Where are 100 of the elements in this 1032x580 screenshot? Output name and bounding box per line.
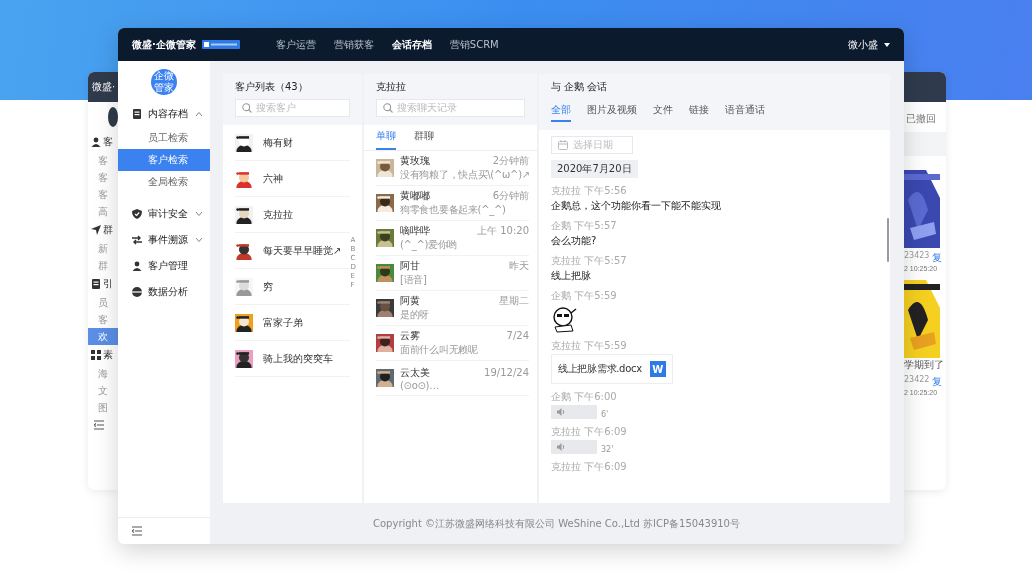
message-text: 线上把脉 <box>551 269 592 283</box>
chat-item[interactable]: 云雾 7/24 面前什么叫无赖呢 <box>376 326 529 361</box>
panel-title: 克拉拉 <box>376 80 407 94</box>
customer-item[interactable]: 六神 <box>235 161 350 197</box>
submenu-item[interactable]: 员工检索 <box>118 127 210 149</box>
menu-icon <box>91 225 101 235</box>
caret-icon <box>884 42 890 47</box>
menu-item[interactable]: 数据分析 <box>118 279 210 305</box>
logo: 企微管家 <box>151 69 177 95</box>
voice-message[interactable] <box>551 405 597 419</box>
tab[interactable]: 文件 <box>653 99 673 122</box>
customer-item[interactable]: 梅有财 <box>235 125 350 161</box>
message-meta: 克拉拉 下午5:56 <box>551 184 628 198</box>
badge-icon <box>201 40 240 49</box>
contact-name: 阿黄 <box>400 294 420 308</box>
submenu-item[interactable]: 客户检索 <box>118 149 210 171</box>
tab[interactable]: 全部 <box>551 99 571 122</box>
menu-item[interactable]: 客户管理 <box>118 253 210 279</box>
message-preview: 没有狗粮了，快点买\(^ω^)↗ <box>400 168 529 182</box>
chat-item[interactable]: 黄玫瑰 2分钟前 没有狗粮了，快点买\(^ω^)↗ <box>376 151 529 186</box>
menu-icon <box>132 287 142 297</box>
tab[interactable]: 语音通话 <box>725 99 765 122</box>
menu-item[interactable]: 客 <box>88 132 118 152</box>
customer-item[interactable]: 富家子弟 <box>235 305 350 341</box>
customer-item[interactable]: 每天要早早睡觉↗ <box>235 233 350 269</box>
message-preview: (^_^)爱你哟 <box>400 238 459 252</box>
link[interactable]: 复 <box>932 375 943 389</box>
chat-item[interactable]: 云太美 19/12/24 (⊙o⊙)… <box>376 361 529 396</box>
calendar-icon <box>558 140 568 150</box>
message-preview: 是的呀 <box>400 308 431 322</box>
menu-icon <box>91 350 101 360</box>
message-text: 企鹅总，这个功能你看一下能不能实现 <box>551 199 722 213</box>
nav-tab[interactable]: 营销SCRM <box>449 37 499 52</box>
menu-item[interactable]: 素 <box>88 345 118 365</box>
panel-title: 与 企鹅 会话 <box>551 80 609 94</box>
chat-item[interactable]: 嘀哔哔 上午 10:20 (^_^)爱你哟 <box>376 221 529 256</box>
scrollbar[interactable] <box>887 218 889 262</box>
time-text: 7/24 <box>506 330 529 341</box>
menu-item[interactable]: 事件溯源 <box>118 227 210 253</box>
nav-tab[interactable]: 客户运营 <box>275 37 316 52</box>
contact-name: 云太美 <box>400 365 430 380</box>
tab[interactable]: 图片及视频 <box>587 99 637 122</box>
chat-item[interactable]: 阿甘 昨天 [语音] <box>376 256 529 291</box>
time-text: 6分钟前 <box>492 189 529 203</box>
collapse-icon <box>132 526 142 536</box>
message-text: 会么功能? <box>551 234 598 248</box>
submenu-item[interactable]: 全局检索 <box>118 171 210 193</box>
time-text: 2分钟前 <box>492 154 529 168</box>
contact-name: 阿甘 <box>400 259 420 273</box>
menu-icon <box>132 261 142 271</box>
status-text: 已撤回 <box>905 112 937 126</box>
duration-text: 32' <box>601 445 614 454</box>
avatar <box>108 107 118 127</box>
date-label: 2020年7月20日 <box>551 160 638 178</box>
menu-item[interactable]: 审计安全 <box>118 201 210 227</box>
contact-name: 黄嘟嘟 <box>400 189 430 203</box>
contact-name: 云雾 <box>400 329 420 343</box>
menu-item[interactable]: 内容存档 <box>118 101 210 127</box>
message-meta: 企鹅 下午5:59 <box>551 289 618 303</box>
message-preview: 狗零食也要备起来(^_^) <box>400 203 507 217</box>
message-meta: 克拉拉 下午5:59 <box>551 339 628 353</box>
word-file-icon: W <box>649 361 666 377</box>
app-title: 微盛· <box>92 80 116 94</box>
contact-name: 嘀哔哔 <box>400 224 430 238</box>
tab[interactable]: 单聊 <box>376 125 396 150</box>
title-bar <box>904 72 946 102</box>
count-text: 23423 <box>904 251 930 262</box>
message-preview: (⊙o⊙)… <box>400 379 440 391</box>
voice-message[interactable] <box>551 440 597 454</box>
search-icon <box>242 103 252 113</box>
message-meta: 克拉拉 下午6:09 <box>551 460 628 474</box>
contact-name: 黄玫瑰 <box>400 154 430 168</box>
link[interactable]: 复 <box>932 251 943 265</box>
message-meta: 克拉拉 下午6:09 <box>551 425 628 439</box>
tab[interactable]: 链接 <box>689 99 709 122</box>
collapse-icon <box>94 420 104 430</box>
tab[interactable]: 群聊 <box>414 125 434 150</box>
time-text: 昨天 <box>509 259 529 273</box>
customer-item[interactable]: 穷 <box>235 269 350 305</box>
customer-item[interactable]: 骑上我的突突车 <box>235 341 350 377</box>
nav-tab[interactable]: 会话存档 <box>391 37 432 52</box>
search-icon <box>383 103 393 113</box>
caption-text: 学期到了 <box>904 358 945 372</box>
menu-icon <box>132 209 142 219</box>
time-text: 上午 10:20 <box>477 224 529 238</box>
nav-tab[interactable]: 营销获客 <box>333 37 374 52</box>
user-menu[interactable]: 微小盛 <box>848 37 890 52</box>
sticker-drawing <box>551 307 577 333</box>
panel-title: 客户列表（43） <box>235 80 309 94</box>
menu-icon <box>91 137 101 147</box>
chat-item[interactable]: 黄嘟嘟 6分钟前 狗零食也要备起来(^_^) <box>376 186 529 221</box>
menu-item[interactable]: 群 <box>88 220 118 240</box>
time-text: 19/12/24 <box>484 366 529 378</box>
customer-item[interactable]: 克拉拉 <box>235 197 350 233</box>
message-preview: [语音] <box>400 273 428 287</box>
menu-icon <box>132 235 142 245</box>
menu-item[interactable]: 引 <box>88 274 118 294</box>
speaker-icon <box>557 407 567 417</box>
file-card[interactable]: 线上把脉需求.docx W <box>551 354 673 384</box>
message-meta: 企鹅 下午6:00 <box>551 390 618 404</box>
